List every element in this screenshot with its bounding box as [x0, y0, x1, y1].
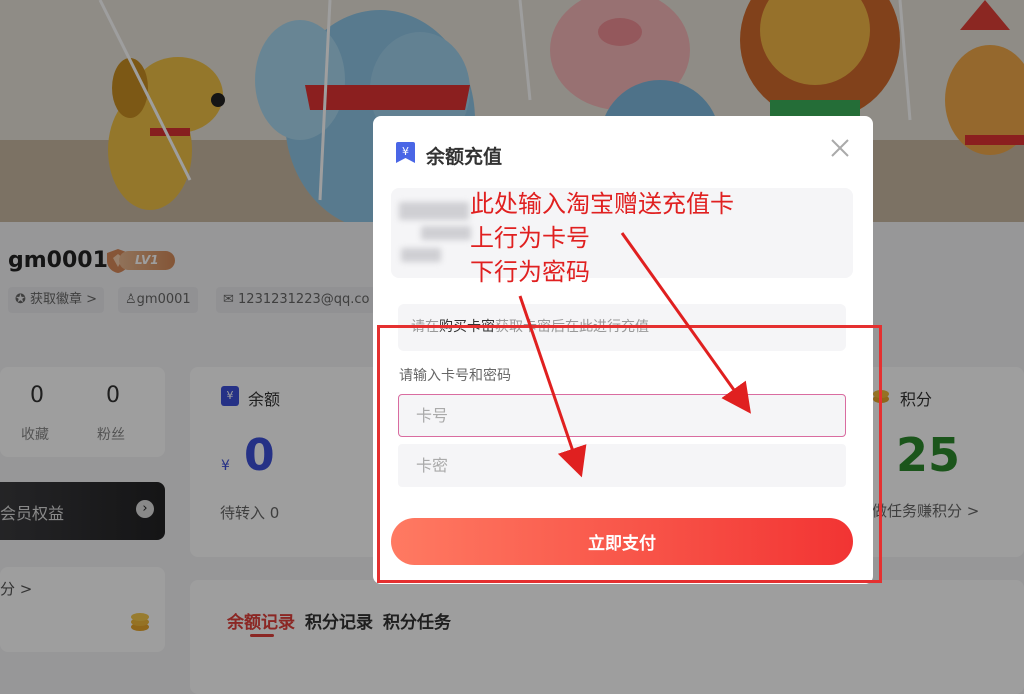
arrow-to-card-number [620, 232, 751, 414]
annotation-arrows [518, 232, 751, 478]
arrow-to-card-password [518, 295, 587, 478]
